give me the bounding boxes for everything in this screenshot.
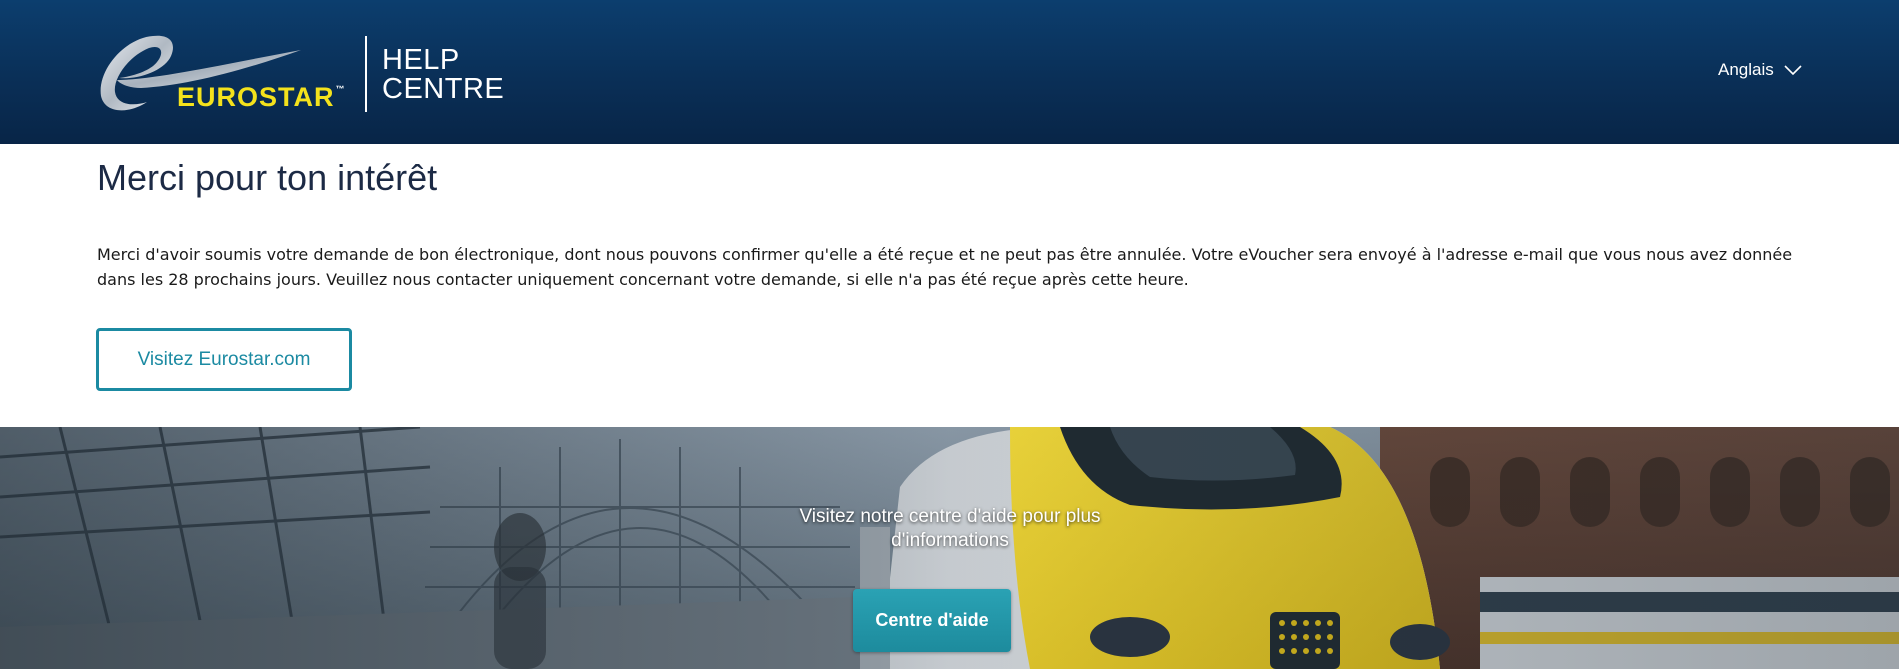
help-banner-text: Visitez notre centre d'aide pour plus d'… bbox=[799, 506, 1101, 551]
help-centre-line2: CENTRE bbox=[382, 73, 505, 105]
logo-wordmark: EUROSTAR™ bbox=[177, 82, 346, 112]
help-centre-line1: HELP bbox=[382, 44, 460, 76]
page-title: Merci pour ton intérêt bbox=[97, 157, 438, 198]
logo-divider bbox=[365, 36, 367, 112]
confirmation-message: Merci d'avoir soumis votre demande de bo… bbox=[97, 245, 1793, 289]
language-selector[interactable]: Anglais bbox=[1718, 60, 1802, 80]
eurostar-logo[interactable]: EUROSTAR™ bbox=[95, 30, 355, 120]
visit-eurostar-button[interactable]: Visitez Eurostar.com bbox=[96, 328, 352, 391]
site-header: EUROSTAR™ HELP CENTRE Anglais bbox=[0, 0, 1899, 144]
help-banner: Visitez notre centre d'aide pour plus d'… bbox=[0, 427, 1899, 669]
help-centre-button[interactable]: Centre d'aide bbox=[853, 589, 1011, 652]
chevron-down-icon bbox=[1784, 64, 1802, 75]
help-centre-title[interactable]: HELP CENTRE bbox=[382, 46, 504, 104]
language-label: Anglais bbox=[1718, 60, 1774, 79]
